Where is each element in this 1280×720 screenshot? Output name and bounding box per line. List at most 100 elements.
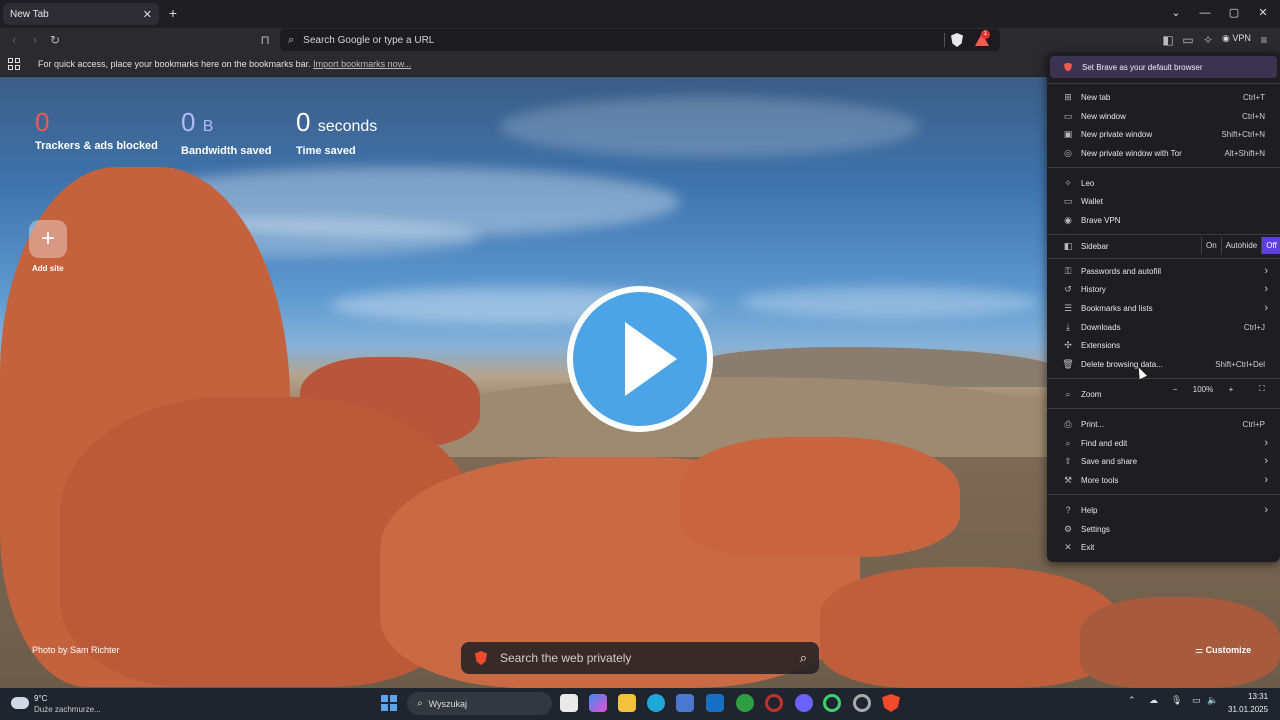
photo-credit[interactable]: Photo by Sam Richter xyxy=(32,645,120,655)
menu-save-share[interactable]: ⇪ Save and share › xyxy=(1047,452,1280,470)
tray-overflow-icon[interactable]: ⌃ xyxy=(1128,695,1136,706)
menu-extensions[interactable]: ✣ Extensions xyxy=(1047,336,1280,354)
set-default-browser-banner[interactable]: Set Brave as your default browser xyxy=(1050,56,1277,78)
bookmarks-message-row: For quick access, place your bookmarks h… xyxy=(38,59,411,69)
new-tab-plus-icon[interactable]: + xyxy=(166,4,180,22)
menu-label: Delete browsing data... xyxy=(1081,359,1163,369)
zoom-controls: − 100% + ⛶ xyxy=(1167,384,1277,394)
close-icon: ✕ xyxy=(1064,541,1072,552)
menu-help[interactable]: ? Help › xyxy=(1047,501,1280,519)
discord-icon[interactable] xyxy=(795,694,813,712)
tab-search-chevron-icon[interactable]: ⌄ xyxy=(1167,4,1185,22)
menu-settings[interactable]: ⚙ Settings xyxy=(1047,520,1280,538)
menu-bookmarks[interactable]: ☰ Bookmarks and lists › xyxy=(1047,299,1280,317)
menu-shortcut: Alt+Shift+N xyxy=(1224,148,1265,158)
file-explorer-icon[interactable] xyxy=(618,694,636,712)
bookmark-page-icon[interactable]: ⊓ xyxy=(257,32,273,48)
edge-icon[interactable] xyxy=(647,694,665,712)
task-view-icon[interactable] xyxy=(560,694,578,712)
app-icon[interactable] xyxy=(853,694,871,712)
tab-new-tab[interactable]: New Tab ✕ xyxy=(3,3,159,25)
weather-description[interactable]: Duże zachmurze... xyxy=(34,705,101,714)
brave-shields-icon[interactable] xyxy=(951,33,963,47)
leo-icon[interactable]: ✧ xyxy=(1200,32,1216,48)
help-icon: ? xyxy=(1065,505,1071,515)
address-bar[interactable]: ⌕ Search Google or type a URL 1 xyxy=(280,29,1000,51)
forward-icon[interactable]: › xyxy=(27,32,43,48)
menu-new-private-window[interactable]: ▣ New private window Shift+Ctrl+N xyxy=(1047,125,1280,143)
tab-close-icon[interactable]: ✕ xyxy=(143,8,152,21)
maximize-icon[interactable]: ▢ xyxy=(1225,4,1243,22)
xbox-icon[interactable] xyxy=(736,694,754,712)
minimize-icon[interactable]: — xyxy=(1196,4,1214,22)
clock-date[interactable]: 31.01.2025 xyxy=(1228,705,1268,714)
menu-label: More tools xyxy=(1081,475,1119,485)
video-play-button[interactable] xyxy=(567,286,713,432)
chevron-right-icon: › xyxy=(1264,302,1268,314)
menu-new-tab[interactable]: ⊞ New tab Ctrl+T xyxy=(1047,88,1280,106)
menu-leo[interactable]: ✧ Leo xyxy=(1047,174,1280,192)
reload-icon[interactable]: ↻ xyxy=(47,32,63,48)
store-icon[interactable] xyxy=(676,694,694,712)
sidebar-option-on[interactable]: On xyxy=(1202,237,1222,254)
cloud-icon[interactable] xyxy=(11,697,29,709)
microphone-icon[interactable]: 🎙 xyxy=(1171,695,1182,706)
menu-print[interactable]: ⎙ Print... Ctrl+P xyxy=(1047,415,1280,433)
sidebar-icon: ◧ xyxy=(1063,240,1073,251)
menu-new-window[interactable]: ▭ New window Ctrl+N xyxy=(1047,107,1280,125)
apps-grid-icon[interactable] xyxy=(8,58,20,70)
ntp-search-box[interactable]: Search the web privately ⌕ xyxy=(461,642,819,674)
bandwidth-unit: B xyxy=(202,118,214,135)
menu-exit[interactable]: ✕ Exit xyxy=(1047,538,1280,556)
play-icon xyxy=(625,322,677,396)
wallet-icon[interactable]: ▭ xyxy=(1180,32,1196,48)
back-icon[interactable]: ‹ xyxy=(6,32,22,48)
sidebar-option-autohide[interactable]: Autohide xyxy=(1222,237,1263,254)
network-icon[interactable]: ▭ xyxy=(1192,695,1201,706)
address-placeholder: Search Google or type a URL xyxy=(303,34,435,46)
copilot-icon[interactable] xyxy=(589,694,607,712)
brave-logo-icon xyxy=(1064,62,1072,72)
menu-passwords[interactable]: ⚿ Passwords and autofill › xyxy=(1047,262,1280,280)
vpn-icon: ◉ xyxy=(1064,214,1072,225)
menu-shortcut: Shift+Ctrl+N xyxy=(1221,129,1265,139)
sidebar-toggle-icon[interactable]: ◧ xyxy=(1160,32,1176,48)
volume-icon[interactable]: 🔈 xyxy=(1207,695,1218,706)
opera-icon[interactable] xyxy=(765,694,783,712)
menu-shortcut: Shift+Ctrl+Del xyxy=(1215,359,1265,369)
set-default-label: Set Brave as your default browser xyxy=(1082,62,1203,72)
menu-wallet[interactable]: ▭ Wallet xyxy=(1047,192,1280,210)
customize-button[interactable]: ⚌ Customize xyxy=(1195,645,1251,656)
chevron-right-icon: › xyxy=(1264,504,1268,516)
zoom-in-button[interactable]: + xyxy=(1223,385,1239,394)
menu-brave-vpn[interactable]: ◉ Brave VPN xyxy=(1047,211,1280,229)
fullscreen-icon[interactable]: ⛶ xyxy=(1259,384,1265,394)
power-app-icon[interactable] xyxy=(823,694,841,712)
menu-history[interactable]: ↺ History › xyxy=(1047,280,1280,298)
menu-label: Find and edit xyxy=(1081,438,1128,448)
menu-downloads[interactable]: ⤓ Downloads Ctrl+J xyxy=(1047,318,1280,336)
menu-find-edit[interactable]: ⌕ Find and edit › xyxy=(1047,434,1280,452)
import-bookmarks-link[interactable]: Import bookmarks now... xyxy=(313,59,411,69)
menu-new-private-tor[interactable]: ◎ New private window with Tor Alt+Shift+N xyxy=(1047,144,1280,162)
search-icon[interactable]: ⌕ xyxy=(800,650,807,666)
wallet-icon: ▭ xyxy=(1063,195,1073,206)
menu-more-tools[interactable]: ⚒ More tools › xyxy=(1047,471,1280,489)
zoom-out-button[interactable]: − xyxy=(1167,385,1183,394)
add-site-button[interactable]: + xyxy=(29,220,67,258)
menu-label: Save and share xyxy=(1081,456,1138,466)
bandwidth-count: 0 xyxy=(181,107,196,137)
outlook-icon[interactable] xyxy=(706,694,724,712)
vpn-button[interactable]: ◉ VPN xyxy=(1222,33,1251,44)
sidebar-option-off[interactable]: Off xyxy=(1262,237,1280,254)
menu-delete-browsing-data[interactable]: 🗑 Delete browsing data... Shift+Ctrl+Del xyxy=(1047,355,1280,373)
taskbar-search[interactable]: ⌕ Wyszukaj xyxy=(407,692,552,715)
main-menu-icon[interactable]: ≡ xyxy=(1256,32,1272,48)
start-menu-icon[interactable] xyxy=(381,695,397,711)
rewards-badge: 1 xyxy=(981,30,990,39)
clock-time[interactable]: 13:31 xyxy=(1248,692,1268,701)
close-window-icon[interactable]: ✕ xyxy=(1254,4,1272,22)
weather-temperature[interactable]: 9°C xyxy=(34,694,47,703)
onedrive-icon[interactable]: ☁ xyxy=(1149,695,1158,706)
tab-strip: New Tab ✕ + ⌄ — ▢ ✕ xyxy=(0,0,1280,28)
